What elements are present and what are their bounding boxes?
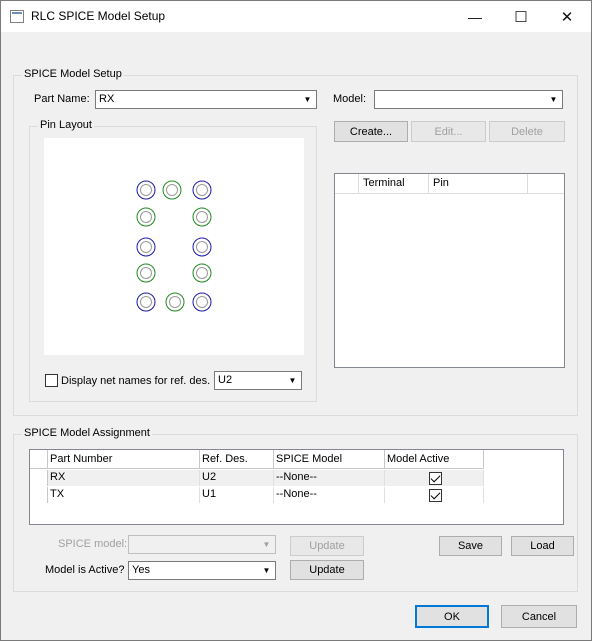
load-button[interactable]: Load (511, 536, 574, 556)
ref-des-value: U2 (218, 374, 233, 386)
assignment-grid[interactable]: Part Number Ref. Des. SPICE Model Model … (29, 449, 564, 525)
spice-model-setup-legend: SPICE Model Setup (22, 68, 124, 80)
pin-marker (192, 237, 212, 257)
terminal-table-col-blank (335, 174, 359, 194)
terminal-column-header[interactable]: Terminal (359, 174, 429, 194)
title-bar[interactable]: RLC SPICE Model Setup — ☐ ✕ (1, 1, 591, 32)
part-name-value: RX (99, 93, 115, 105)
part-number-column-header[interactable]: Part Number (48, 450, 200, 469)
spice-model-assignment-legend: SPICE Model Assignment (22, 427, 152, 439)
terminal-pin-table[interactable]: Terminal Pin (334, 173, 565, 368)
maximize-button[interactable]: ☐ (498, 1, 544, 32)
ok-button[interactable]: OK (415, 605, 489, 628)
delete-button[interactable]: Delete (489, 121, 565, 142)
minimize-button[interactable]: — (452, 1, 498, 32)
minimize-icon: — (468, 8, 482, 25)
model-active-label: Model is Active? (45, 564, 125, 576)
pin-marker (162, 180, 182, 200)
model-active-column-header[interactable]: Model Active (385, 450, 484, 469)
model-select[interactable]: ▼ (374, 90, 563, 109)
part-name-select[interactable]: RX ▼ (95, 90, 317, 109)
model-active-value: Yes (132, 564, 150, 576)
extra-column-header (528, 174, 564, 194)
model-active-checkbox[interactable] (428, 472, 442, 485)
part-number-cell[interactable]: RX (48, 470, 200, 486)
row-header (30, 487, 48, 503)
pin-marker (136, 237, 156, 257)
chevron-down-icon: ▼ (288, 376, 297, 385)
spice-model-cell[interactable]: --None-- (274, 470, 385, 486)
pin-marker (192, 263, 212, 283)
part-number-cell[interactable]: TX (48, 487, 200, 503)
pin-layout-diagram (136, 180, 212, 312)
pin-marker (192, 207, 212, 227)
pin-layout-canvas (44, 138, 304, 355)
grid-corner (30, 450, 48, 469)
ref-des-cell[interactable]: U1 (200, 487, 274, 503)
pin-marker (192, 292, 212, 312)
pin-column-header[interactable]: Pin (429, 174, 528, 194)
terminal-table-header: Terminal Pin (335, 174, 564, 194)
pin-marker (136, 263, 156, 283)
app-window-icon (10, 10, 24, 23)
edit-button[interactable]: Edit... (411, 121, 486, 142)
pin-marker (136, 207, 156, 227)
model-label: Model: (333, 93, 367, 105)
pin-marker (136, 180, 156, 200)
chevron-down-icon: ▼ (549, 95, 558, 104)
ref-des-column-header[interactable]: Ref. Des. (200, 450, 274, 469)
close-button[interactable]: ✕ (544, 1, 590, 32)
maximize-icon: ☐ (514, 8, 528, 26)
update-spice-model-button[interactable]: Update (290, 536, 364, 556)
chevron-down-icon: ▼ (262, 540, 271, 549)
update-model-active-button[interactable]: Update (290, 560, 364, 580)
save-button[interactable]: Save (439, 536, 502, 556)
part-name-label: Part Name: (34, 93, 90, 105)
spice-model-cell[interactable]: --None-- (274, 487, 385, 503)
display-net-names-label: Display net names for ref. des. (61, 375, 211, 387)
model-active-cell[interactable] (385, 470, 484, 486)
pin-layout-legend: Pin Layout (38, 119, 94, 131)
spice-model-label: SPICE model: (58, 538, 128, 550)
ref-des-select[interactable]: U2 ▼ (214, 371, 302, 390)
spice-model-column-header[interactable]: SPICE Model (274, 450, 385, 469)
pin-marker (165, 292, 185, 312)
chevron-down-icon: ▼ (303, 95, 312, 104)
table-row[interactable]: TX U1 --None-- (30, 487, 484, 503)
chevron-down-icon: ▼ (262, 566, 271, 575)
model-active-checkbox[interactable] (428, 489, 442, 502)
window-title: RLC SPICE Model Setup (31, 9, 166, 23)
assignment-grid-header: Part Number Ref. Des. SPICE Model Model … (30, 450, 484, 469)
model-active-select[interactable]: Yes ▼ (128, 561, 276, 580)
row-header (30, 470, 48, 486)
spice-model-select[interactable]: ▼ (128, 535, 276, 554)
pin-marker (192, 180, 212, 200)
display-net-names-checkbox[interactable] (45, 374, 58, 387)
table-row[interactable]: RX U2 --None-- (30, 470, 484, 486)
create-button[interactable]: Create... (334, 121, 408, 142)
dialog-window: RLC SPICE Model Setup — ☐ ✕ SPICE Model … (0, 0, 592, 641)
close-icon: ✕ (560, 8, 574, 26)
ref-des-cell[interactable]: U2 (200, 470, 274, 486)
pin-marker (136, 292, 156, 312)
model-active-cell[interactable] (385, 487, 484, 503)
cancel-button[interactable]: Cancel (501, 605, 577, 628)
